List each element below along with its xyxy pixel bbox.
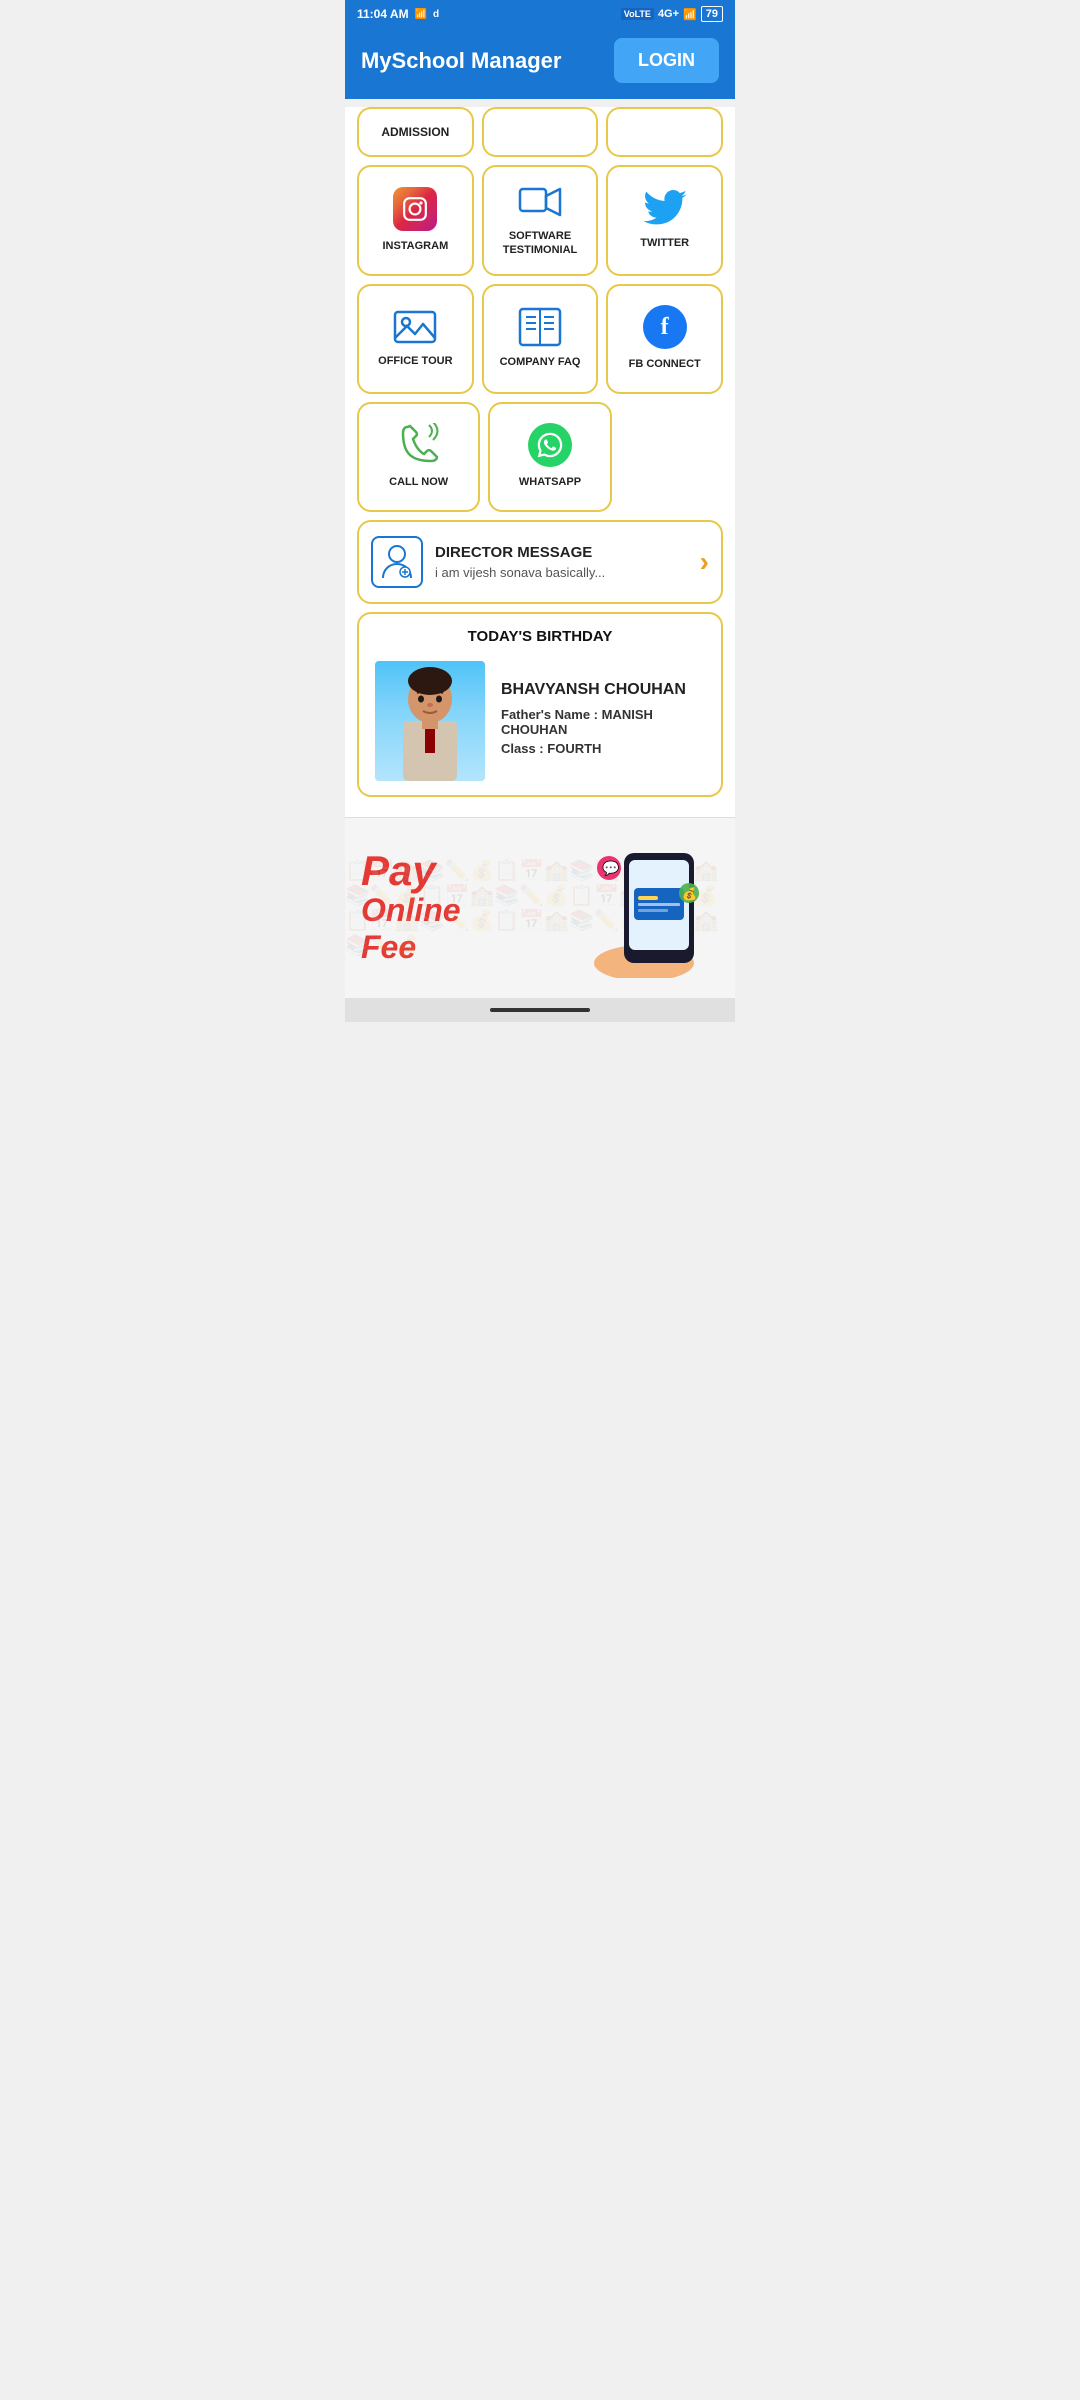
facebook-icon: f <box>643 305 687 349</box>
pay-line2: Online <box>361 892 559 929</box>
time-display: 11:04 AM <box>357 7 409 21</box>
image-icon <box>393 308 437 346</box>
birthday-card: TODAY'S BIRTHDAY <box>357 612 723 797</box>
software-testimonial-button[interactable]: SOFTWARETESTIMONIAL <box>482 165 599 276</box>
signal-icon: 📶 <box>683 8 697 21</box>
director-message-title: DIRECTOR MESSAGE <box>435 544 700 561</box>
class-value: FOURTH <box>547 741 601 756</box>
data-icon: d <box>433 9 439 20</box>
app-title: MySchool Manager <box>361 48 561 74</box>
grid-row-1: INSTAGRAM SOFTWARETESTIMONIAL TWITTER <box>357 165 723 276</box>
home-indicator <box>345 998 735 1022</box>
birthday-section-title: TODAY'S BIRTHDAY <box>375 628 705 645</box>
grid-row-2: OFFICE TOUR COMPANY FAQ f <box>357 284 723 394</box>
pay-text-block: Pay Online Fee <box>361 850 559 966</box>
grid-row-3: CALL NOW WHATSAPP <box>357 402 723 512</box>
instagram-icon <box>393 187 437 231</box>
office-tour-label: OFFICE TOUR <box>378 354 452 368</box>
svg-text:💬: 💬 <box>602 860 620 877</box>
twitter-button[interactable]: TWITTER <box>606 165 723 276</box>
admission-button[interactable]: ADMISSION <box>357 107 474 157</box>
director-avatar-icon <box>371 536 423 588</box>
company-faq-label: COMPANY FAQ <box>500 355 581 369</box>
svg-text:💰: 💰 <box>682 887 697 901</box>
empty-cell <box>620 402 723 512</box>
software-testimonial-label: SOFTWARETESTIMONIAL <box>503 229 578 258</box>
office-tour-button[interactable]: OFFICE TOUR <box>357 284 474 394</box>
whatsapp-icon <box>528 423 572 467</box>
pay-phone-graphic: 💬 💰 <box>559 838 719 978</box>
instagram-label: INSTAGRAM <box>382 239 448 253</box>
video-camera-icon <box>518 183 562 221</box>
network-badge: VoLTE <box>621 8 654 20</box>
admission-row: ADMISSION <box>357 107 723 157</box>
director-message-card[interactable]: DIRECTOR MESSAGE i am vijesh sonava basi… <box>357 520 723 604</box>
main-content: ADMISSION INSTAGRAM <box>345 107 735 817</box>
placeholder-cell-2[interactable] <box>606 107 723 157</box>
status-bar: 11:04 AM 📶 d VoLTE 4G+ 📶 79 <box>345 0 735 28</box>
battery-icon: 79 <box>701 6 723 22</box>
student-name: BHAVYANSH CHOUHAN <box>501 681 705 699</box>
twitter-label: TWITTER <box>640 236 689 250</box>
company-faq-button[interactable]: COMPANY FAQ <box>482 284 599 394</box>
class-row: Class : FOURTH <box>501 741 705 756</box>
login-button[interactable]: LOGIN <box>614 38 719 83</box>
network-speed: 4G+ <box>658 8 679 20</box>
fb-connect-label: FB CONNECT <box>629 357 701 371</box>
sim-icon: 📶 <box>415 9 427 20</box>
pay-line1: Pay <box>361 850 559 892</box>
phone-icon <box>397 423 441 467</box>
father-name-row: Father's Name : MANISH CHOUHAN <box>501 707 705 737</box>
pay-online-banner[interactable]: 📋📅🏫📚✏️💰📋📅🏫📚✏️💰📋📅🏫📚✏️💰📋📅🏫📚✏️💰📋📅🏫📚✏️💰📋📅🏫📚✏… <box>345 817 735 998</box>
call-now-button[interactable]: CALL NOW <box>357 402 480 512</box>
placeholder-cell-1[interactable] <box>482 107 599 157</box>
pay-line3: Fee <box>361 929 559 966</box>
call-now-label: CALL NOW <box>389 475 448 489</box>
fb-connect-button[interactable]: f FB CONNECT <box>606 284 723 394</box>
book-icon <box>518 307 562 347</box>
twitter-icon <box>643 190 687 228</box>
director-message-preview: i am vijesh sonava basically... <box>435 565 700 580</box>
whatsapp-label: WHATSAPP <box>519 475 581 489</box>
app-header: MySchool Manager LOGIN <box>345 28 735 99</box>
whatsapp-button[interactable]: WHATSAPP <box>488 402 611 512</box>
instagram-button[interactable]: INSTAGRAM <box>357 165 474 276</box>
chevron-right-icon: › <box>700 546 709 578</box>
student-photo <box>375 661 485 781</box>
home-bar <box>490 1008 590 1012</box>
